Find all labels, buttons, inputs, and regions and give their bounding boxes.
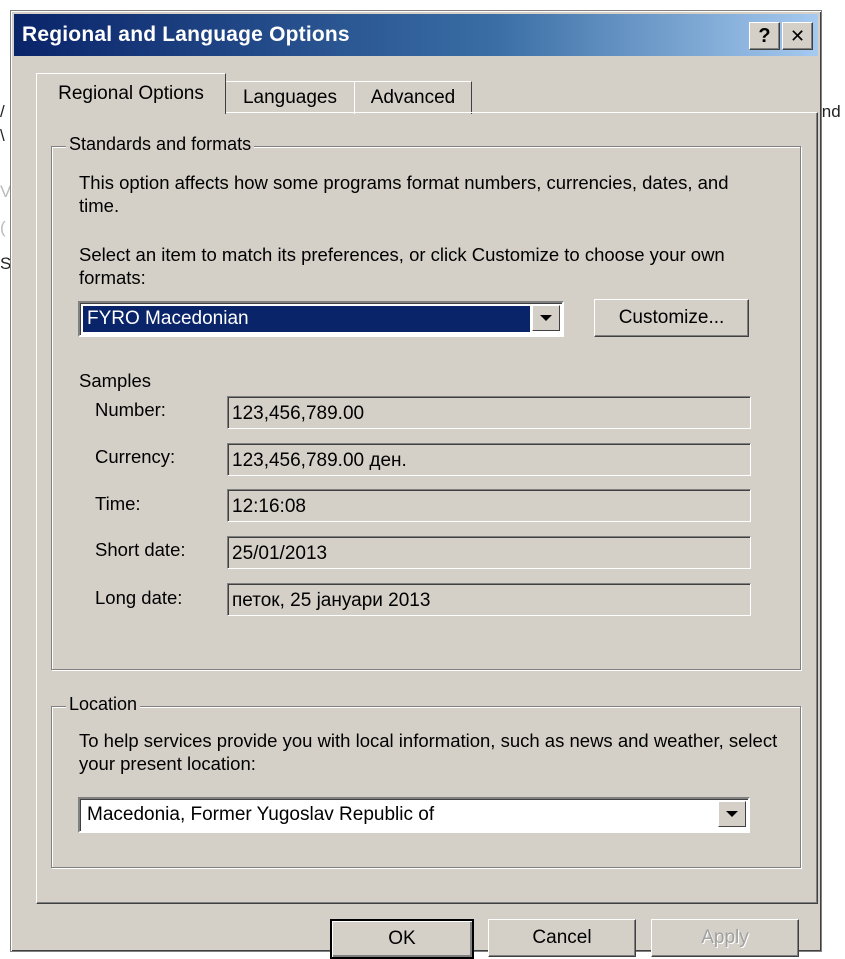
sample-currency-value: 123,456,789.00 ден. xyxy=(227,443,751,476)
close-icon: ✕ xyxy=(789,25,806,46)
help-icon: ? xyxy=(758,24,771,47)
close-button[interactable]: ✕ xyxy=(782,22,813,50)
regional-language-dialog: Regional and Language Options ? ✕ Region… xyxy=(10,10,822,959)
location-description: To help services provide you with local … xyxy=(79,730,778,774)
sample-currency-label: Currency: xyxy=(95,446,176,467)
sample-time-label: Time: xyxy=(95,493,141,514)
dialog-title: Regional and Language Options xyxy=(22,23,350,46)
sample-number-value: 123,456,789.00 xyxy=(227,396,751,429)
sample-long-date-value: петок, 25 јануари 2013 xyxy=(227,583,751,616)
tab-regional-options[interactable]: Regional Options xyxy=(36,73,226,114)
chevron-down-icon xyxy=(726,811,738,817)
tab-panel-regional-options: Standards and formats This option affect… xyxy=(36,112,818,904)
format-dropdown-arrow[interactable] xyxy=(532,305,560,331)
customize-button[interactable]: Customize... xyxy=(594,299,749,337)
ok-button-label: OK xyxy=(388,928,416,949)
cancel-button-label: Cancel xyxy=(532,927,592,948)
location-legend: Location xyxy=(66,694,141,715)
samples-heading: Samples xyxy=(79,370,151,391)
standards-description: This option affects how some programs fo… xyxy=(79,172,729,216)
sample-time-value: 12:16:08 xyxy=(227,489,751,522)
title-bar[interactable]: Regional and Language Options ? ✕ xyxy=(14,14,818,56)
location-dropdown-arrow[interactable] xyxy=(718,801,746,827)
sample-long-date-label: Long date: xyxy=(95,587,183,608)
standards-formats-legend: Standards and formats xyxy=(66,134,255,155)
tab-advanced[interactable]: Advanced xyxy=(354,81,472,114)
chevron-down-icon xyxy=(540,315,552,321)
tab-languages[interactable]: Languages xyxy=(225,81,355,114)
sample-short-date-value: 25/01/2013 xyxy=(227,536,751,569)
cancel-button[interactable]: Cancel xyxy=(488,919,636,957)
format-dropdown-value: FYRO Macedonian xyxy=(83,306,530,332)
background-text-fragment: \ xyxy=(0,126,5,145)
tab-label: Advanced xyxy=(370,87,456,108)
background-text-fragment: ( xyxy=(0,218,6,237)
tab-label: Regional Options xyxy=(58,83,204,104)
location-group: Location To help services provide you wi… xyxy=(51,694,801,868)
ok-button[interactable]: OK xyxy=(330,919,474,959)
apply-button-label: Apply xyxy=(701,927,749,948)
help-button[interactable]: ? xyxy=(749,22,780,50)
location-dropdown-value: Macedonia, Former Yugoslav Republic of xyxy=(87,804,435,825)
location-dropdown[interactable]: Macedonia, Former Yugoslav Republic of xyxy=(78,797,750,833)
customize-button-label: Customize... xyxy=(618,307,725,328)
format-dropdown[interactable]: FYRO Macedonian xyxy=(78,301,564,337)
sample-number-label: Number: xyxy=(95,399,166,420)
sample-short-date-label: Short date: xyxy=(95,539,186,560)
tab-label: Languages xyxy=(242,87,338,108)
background-text-fragment: / xyxy=(0,102,5,121)
apply-button: Apply xyxy=(651,919,799,957)
standards-instruction: Select an item to match its preferences,… xyxy=(79,244,725,288)
